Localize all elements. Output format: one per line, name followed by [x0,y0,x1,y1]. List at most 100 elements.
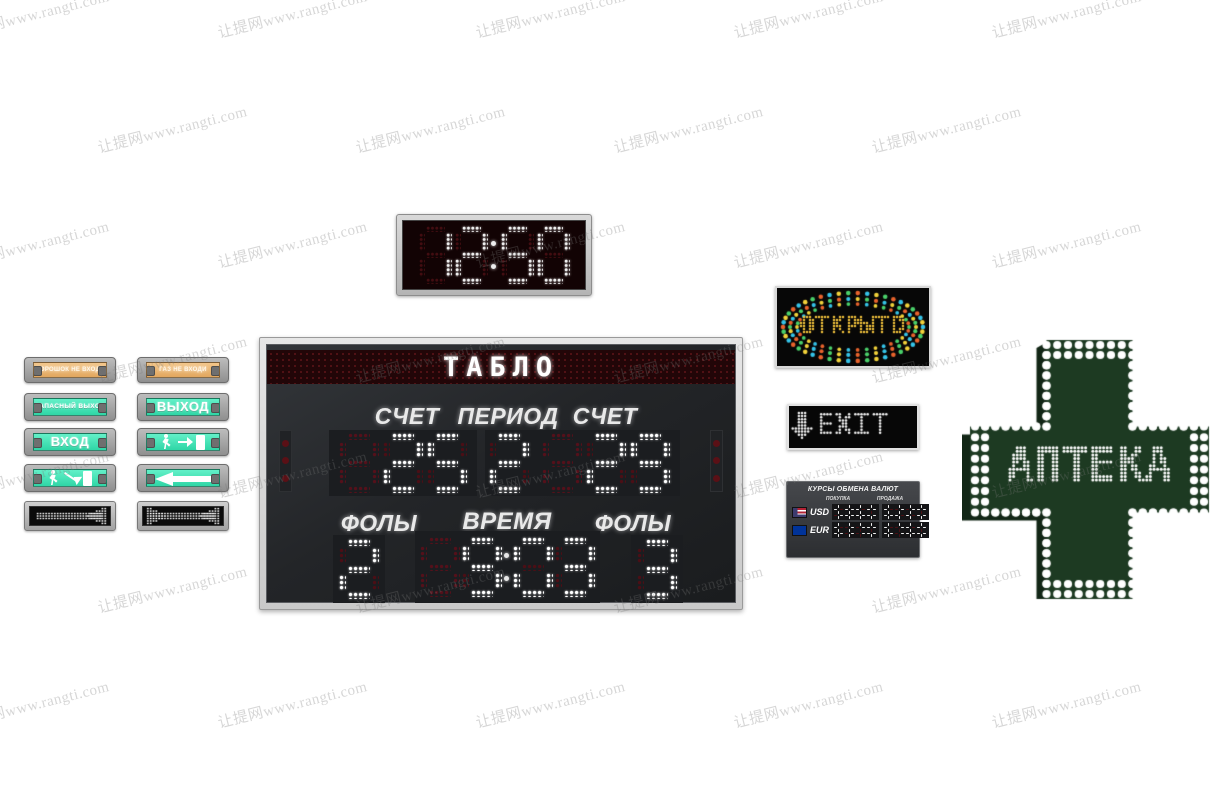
sign-face: ВХОД [33,433,107,451]
running-man-icon [161,434,174,450]
sign-label: ГАЗ НЕ ВХОДИ [159,366,207,373]
exit-led-canvas [789,406,917,448]
time-digit [513,537,553,597]
sign-poroshok-ne-vkhodi[interactable]: ПОРОШОК НЕ ВХОДИ [24,357,116,383]
currency-title: КУРСЫ ОБМЕНА ВАЛЮТ [807,486,899,493]
led-face [29,506,111,526]
sign-zapasnyi-vykhod[interactable]: ЗАПАСНЫЙ ВЫХОД [24,393,116,421]
sign-face: ПОРОШОК НЕ ВХОДИ [33,362,107,378]
currency-row-usd: USD [792,504,930,520]
sign-face [146,433,220,451]
seg-digit [895,505,905,519]
led-clock: 12:50 [396,214,592,296]
watermark-text: 让提网www.rangti.com [0,219,112,272]
watermark-text: 让提网www.rangti.com [216,0,370,42]
sign-big-arrow-left[interactable] [137,464,229,492]
time-digit [555,537,595,597]
arrow-diagonal-icon [64,471,80,485]
sign-label: ПОРОШОК НЕ ВХОДИ [35,366,105,373]
clock-digit-1 [418,226,452,284]
currency-column-headers: ПОКУПКА ПРОДАЖА [792,496,914,502]
time-digit [420,537,460,597]
seg-digit [867,505,877,519]
sign-gaz-ne-vkhodi[interactable]: ГАЗ НЕ ВХОДИ [137,357,229,383]
period-digit [489,433,529,493]
guest-fouls-display [631,535,683,603]
sign-running-man-diagonal-door[interactable] [24,464,116,492]
seg-digit [834,505,844,519]
home-score-display: 25 [329,430,477,496]
seg-digit [856,523,866,537]
seg-digit [895,523,905,537]
watermark-text: 让提网www.rangti.com [990,679,1144,732]
seg-digit [856,505,866,519]
exit-led-sign[interactable]: EXIT [787,404,919,450]
sports-scoreboard: ТАБЛО СЧЕТ ПЕРИОД СЧЕТ 25 [259,337,743,610]
currency-exchange-board[interactable]: КУРСЫ ОБМЕНА ВАЛЮТ ПОКУПКА ПРОДАЖА USD E… [786,481,930,558]
column-header-sell: ПРОДАЖА [876,496,904,502]
watermark-text: 让提网www.rangti.com [216,679,370,732]
watermark-text: 让提网www.rangti.com [990,0,1144,42]
us-flag-icon [792,506,807,518]
eu-flag-icon [792,524,807,536]
sign-face: ЗАПАСНЫЙ ВЫХОД [33,398,107,416]
sign-led-arrow-right[interactable] [24,501,116,531]
indicator-dot [282,474,289,482]
seg-digit [845,505,855,519]
sign-running-man-right-door[interactable] [137,428,229,456]
currency-row-eur: EUR [792,522,930,538]
indicator-dot [713,457,720,465]
score-digit [339,433,379,493]
clock-digit-3 [500,226,534,284]
time-colon [504,537,511,597]
sign-vkhod[interactable]: ВХОД [24,428,116,456]
running-man-icon [48,470,61,486]
score-digit [542,433,582,493]
home-score-label: СЧЕТ [374,403,440,429]
usd-buy-value [832,504,880,520]
sign-face [146,469,220,487]
otkryto-open-sign[interactable]: ОТКРЫТО [775,286,931,368]
watermark-text: 让提网www.rangti.com [732,219,886,272]
led-arrow-right-icon [30,507,110,525]
seg-digit [906,505,916,519]
period-display [485,430,533,496]
watermark-text: 让提网www.rangti.com [0,679,112,732]
seg-digit [884,523,894,537]
score-digit [383,433,423,493]
guest-score-label: СЧЕТ [572,403,638,429]
seg-digit [845,523,855,537]
watermark-text: 让提网www.rangti.com [354,104,508,157]
seg-digit [917,505,927,519]
sign-label: ВХОД [50,434,90,450]
clock-digit-2 [454,226,488,284]
watermark-text: 让提网www.rangti.com [474,0,628,42]
scoreboard-left-indicators [279,430,292,492]
sign-face: ГАЗ НЕ ВХОДИ [146,362,220,378]
usd-sell-value [882,504,930,520]
pharmacy-cross-canvas [962,332,1217,607]
sign-led-arrow-bidirectional[interactable] [137,501,229,531]
score-digit [427,433,467,493]
home-fouls-display [333,535,385,603]
scoreboard-inner: ТАБЛО СЧЕТ ПЕРИОД СЧЕТ 25 [266,344,736,603]
arrow-left-icon [154,471,212,486]
indicator-dot [282,440,289,448]
watermark-text: 让提网www.rangti.com [96,104,250,157]
watermark-text: 让提网www.rangti.com [612,104,766,157]
seg-digit [884,505,894,519]
watermark-text: 让提网www.rangti.com [732,679,886,732]
sign-vykhod[interactable]: ВЫХОД [137,393,229,421]
pharmacy-led-cross[interactable]: АПТЕКА [962,332,1217,607]
sign-label: ВЫХОД [156,399,210,415]
eur-buy-value [832,522,880,538]
scoreboard-matrix-header: ТАБЛО [267,350,735,384]
clock-colon [490,226,498,284]
seg-digit [906,523,916,537]
led-face [142,506,224,526]
clock-digit-4 [536,226,570,284]
score-digit [586,433,626,493]
screenshot-root: 12:50 ТАБЛО СЧЕТ ПЕРИОД СЧЕТ [0,0,1222,798]
seg-digit [867,523,877,537]
score-digit [630,433,670,493]
